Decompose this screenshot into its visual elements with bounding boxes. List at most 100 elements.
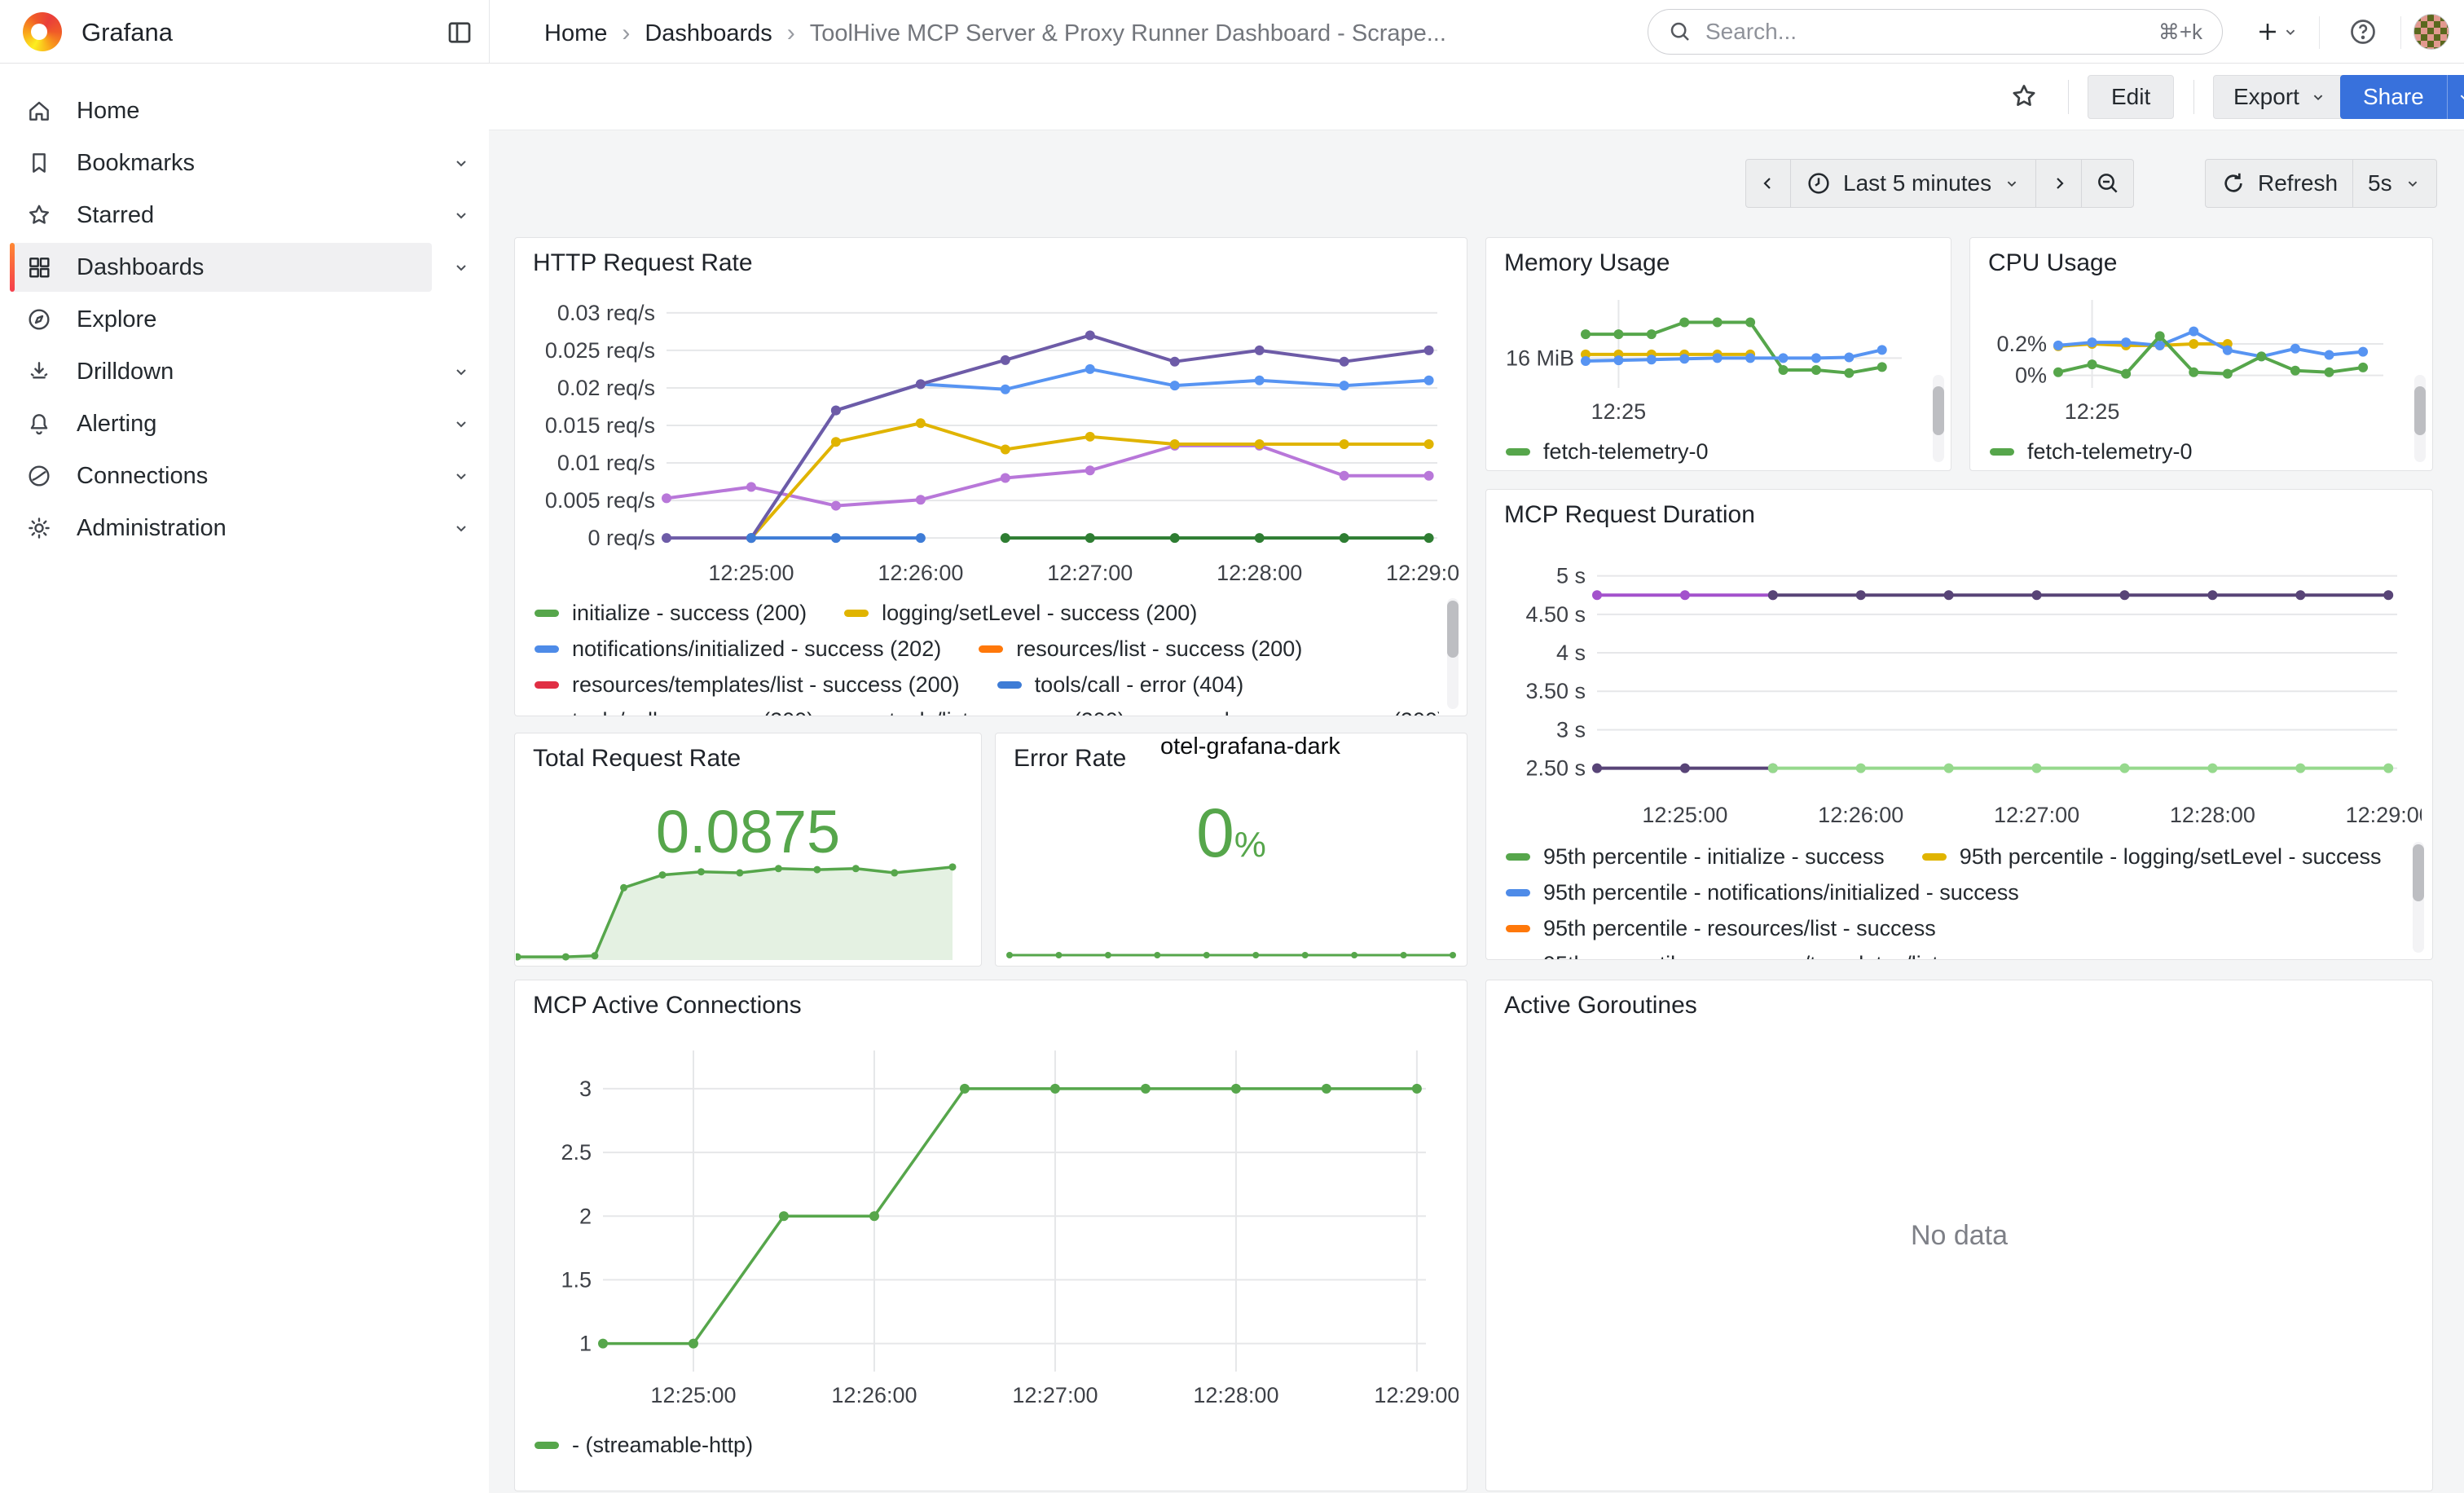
add-button[interactable]: [2246, 11, 2308, 52]
search-icon: [1668, 20, 1692, 44]
svg-text:12:27:00: 12:27:00: [1012, 1383, 1098, 1407]
panel-total-request-rate: Total Request Rate 0.0875: [514, 733, 982, 967]
legend-item[interactable]: fetch-telemetry-0: [1990, 439, 2193, 465]
legend-chip: [1922, 853, 1947, 861]
legend-item[interactable]: tools/call - error (404): [997, 672, 1244, 698]
star-button[interactable]: [2001, 76, 2047, 117]
zoom-out-button[interactable]: [2082, 159, 2134, 208]
sidebar-item-dashboards[interactable]: Dashboards: [10, 241, 479, 293]
legend-item[interactable]: initialize - success (200): [535, 601, 807, 626]
legend-item[interactable]: logging/setLevel - success (200): [844, 601, 1197, 626]
dashboards-grid-icon: [26, 254, 52, 280]
panel-title[interactable]: MCP Request Duration: [1504, 501, 1755, 529]
memory-usage-chart[interactable]: 12:2516 MiB: [1489, 279, 1929, 425]
svg-text:12:25: 12:25: [1591, 399, 1647, 424]
panel-error-rate: Error Rate 0%: [995, 733, 1467, 967]
time-back-button[interactable]: [1745, 159, 1791, 208]
edit-button[interactable]: Edit: [2088, 75, 2174, 119]
mcp-active-connections-chart[interactable]: 12:25:0012:26:0012:27:0012:28:0012:29:00…: [521, 1026, 1459, 1417]
sidebar-item-label: Bookmarks: [77, 150, 195, 177]
legend-item[interactable]: notifications/initialized - success (202…: [535, 636, 941, 662]
legend-scrollbar-thumb[interactable]: [2414, 386, 2426, 435]
chevron-down-icon[interactable]: [451, 205, 471, 225]
sidebar-toggle-icon[interactable]: [445, 18, 474, 51]
legend-label: notifications/initialized - success (202…: [572, 636, 941, 662]
share-options-button[interactable]: [2447, 75, 2464, 119]
sidebar-item-connections[interactable]: Connections: [10, 450, 479, 502]
svg-text:0.025 req/s: 0.025 req/s: [545, 338, 655, 363]
search-input[interactable]: [1705, 19, 2145, 45]
legend-scrollbar-track: [2414, 375, 2426, 462]
chevron-down-icon[interactable]: [451, 518, 471, 538]
panel-title[interactable]: HTTP Request Rate: [533, 249, 753, 277]
breadcrumb-home[interactable]: Home: [544, 20, 607, 47]
legend-item[interactable]: 95th percentile - logging/setLevel - suc…: [1922, 844, 2382, 870]
refresh-interval-picker[interactable]: 5s: [2353, 159, 2437, 208]
sidebar-item-label: Dashboards: [77, 254, 204, 281]
help-button[interactable]: [2340, 11, 2386, 52]
panel-title[interactable]: Memory Usage: [1504, 249, 1670, 277]
panel-mcp-active-connections: MCP Active Connections 12:25:0012:26:001…: [514, 980, 1467, 1491]
sidebar-item-explore[interactable]: Explore: [10, 293, 479, 346]
refresh-controls: Refresh 5s: [2205, 159, 2437, 208]
sidebar-item-drilldown[interactable]: Drilldown: [10, 346, 479, 398]
sidebar-item-alerting[interactable]: Alerting: [10, 398, 479, 450]
svg-text:2.50 s: 2.50 s: [1525, 756, 1586, 781]
refresh-button[interactable]: Refresh: [2205, 159, 2353, 208]
legend-item[interactable]: - (streamable-http): [535, 1433, 753, 1458]
chevron-down-icon[interactable]: [451, 153, 471, 173]
mcp-request-duration-chart[interactable]: 12:25:0012:26:0012:27:0012:28:0012:29:00…: [1493, 535, 2422, 835]
error-rate-number: 0: [1196, 795, 1234, 871]
legend-chip: [844, 610, 869, 617]
chevron-down-icon[interactable]: [451, 258, 471, 277]
time-forward-button[interactable]: [2036, 159, 2082, 208]
help-icon: [2348, 17, 2378, 46]
svg-text:0.2%: 0.2%: [1996, 332, 2047, 356]
user-avatar[interactable]: [2413, 14, 2449, 50]
http-request-rate-chart[interactable]: 12:25:0012:26:0012:27:0012:28:0012:29:00…: [521, 284, 1459, 593]
star-icon: [26, 202, 52, 228]
legend-item[interactable]: 95th percentile - resources/list - succe…: [1506, 916, 1936, 941]
cpu-usage-chart[interactable]: 12:250.2%0%: [1973, 279, 2411, 425]
legend-item[interactable]: 95th percentile - notifications/initiali…: [1506, 880, 2019, 905]
legend-item[interactable]: resources/templates/list - success (200): [535, 672, 960, 698]
legend-item[interactable]: tools/call - success (200): [535, 708, 814, 716]
header-divider: [2400, 16, 2401, 49]
legend-chip: [1506, 925, 1530, 932]
legend-scrollbar-thumb[interactable]: [2413, 844, 2424, 901]
breadcrumb-dashboards[interactable]: Dashboards: [645, 20, 772, 47]
svg-text:12:29:00: 12:29:00: [1386, 561, 1459, 585]
legend-item[interactable]: unknown - success (200): [1163, 708, 1439, 716]
chevron-down-icon[interactable]: [451, 362, 471, 381]
legend-item[interactable]: 95th percentile - resources/templates/li…: [1506, 952, 2037, 960]
legend-chip: [1506, 448, 1530, 456]
sidebar-item-bookmarks[interactable]: Bookmarks: [10, 137, 479, 189]
sidebar-item-administration[interactable]: Administration: [10, 502, 479, 554]
grafana-logo-icon[interactable]: [23, 12, 62, 51]
panel-title[interactable]: MCP Active Connections: [533, 992, 802, 1020]
search-box[interactable]: ⌘+k: [1648, 9, 2223, 55]
legend-item[interactable]: fetch-telemetry-0: [1506, 439, 1709, 465]
legend-item[interactable]: tools/list - success (200): [851, 708, 1125, 716]
legend-scrollbar-thumb[interactable]: [1447, 601, 1459, 658]
legend-label: 95th percentile - initialize - success: [1543, 844, 1885, 870]
chevron-down-icon: [2309, 88, 2327, 106]
legend-label: tools/call - error (404): [1035, 672, 1244, 698]
legend-item[interactable]: 95th percentile - initialize - success: [1506, 844, 1885, 870]
legend-scrollbar-thumb[interactable]: [1933, 386, 1944, 435]
chevron-down-icon[interactable]: [451, 466, 471, 486]
sidebar-item-starred[interactable]: Starred: [10, 189, 479, 241]
legend-label: resources/list - success (200): [1016, 636, 1302, 662]
panel-title[interactable]: CPU Usage: [1988, 249, 2117, 277]
legend-chip: [535, 645, 559, 653]
legend-label: 95th percentile - resources/templates/li…: [1543, 952, 2037, 960]
legend-scrollbar-track: [2413, 842, 2424, 953]
share-button[interactable]: Share: [2340, 75, 2447, 119]
sidebar-item-home[interactable]: Home: [10, 85, 479, 137]
legend-item[interactable]: resources/list - success (200): [979, 636, 1302, 662]
chevron-down-icon[interactable]: [451, 414, 471, 434]
export-button[interactable]: Export: [2213, 75, 2347, 119]
time-range-picker[interactable]: Last 5 minutes: [1791, 159, 2036, 208]
svg-text:0.01 req/s: 0.01 req/s: [557, 451, 655, 475]
duration-legend: 95th percentile - initialize - success 9…: [1506, 839, 2405, 959]
